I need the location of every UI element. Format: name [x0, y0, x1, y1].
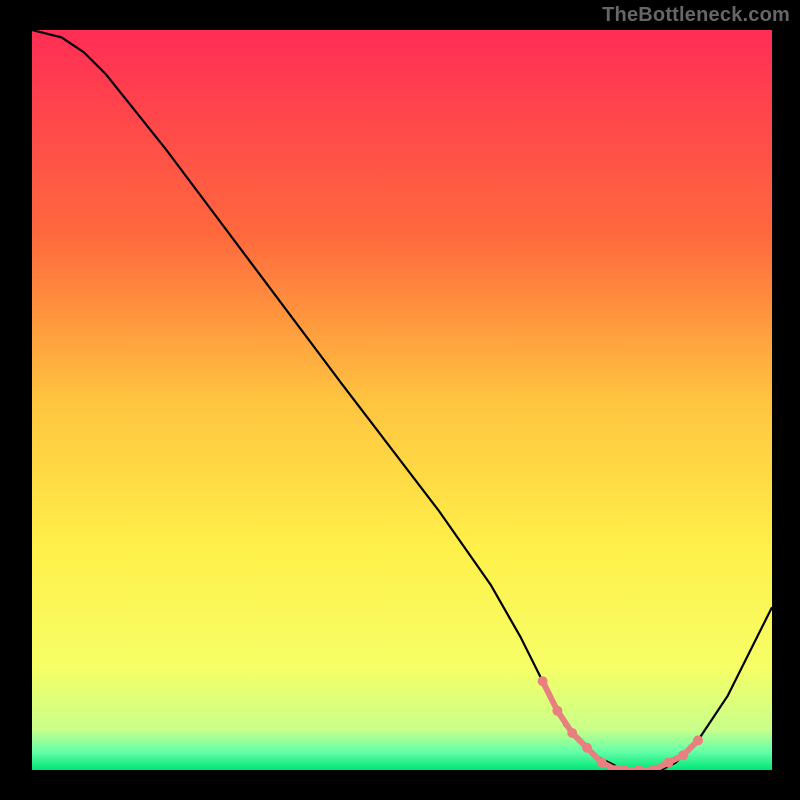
optimal-point-marker: [693, 735, 703, 745]
optimal-point-marker: [678, 750, 688, 760]
chart-frame: TheBottleneck.com: [0, 0, 800, 800]
watermark-text: TheBottleneck.com: [602, 4, 790, 27]
optimal-point-marker: [597, 758, 607, 768]
bottleneck-plot: [32, 30, 772, 770]
plot-svg: [32, 30, 772, 770]
gradient-background: [32, 30, 772, 770]
optimal-point-marker: [538, 676, 548, 686]
optimal-point-marker: [552, 706, 562, 716]
optimal-point-marker: [582, 743, 592, 753]
optimal-point-marker: [663, 758, 673, 768]
optimal-point-marker: [567, 728, 577, 738]
